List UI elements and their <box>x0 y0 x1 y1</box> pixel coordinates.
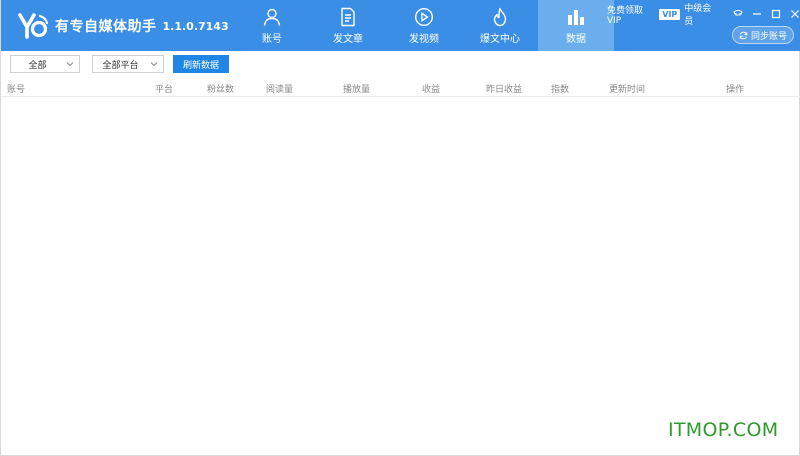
app-name: 有专自媒体助手 <box>55 19 157 35</box>
chevron-down-icon <box>150 62 158 67</box>
table-header: 账号 平台 粉丝数 阅读量 播放量 收益 昨日收益 指数 更新时间 操作 <box>1 79 800 97</box>
column-header-actions: 操作 <box>726 85 745 95</box>
app-window: 有专自媒体助手 1.1.0.7143 账号 发文章 发视频 爆文中心 数据 免费… <box>0 0 800 456</box>
member-level: 中级会员 <box>684 4 712 27</box>
account-filter-select[interactable]: 全部 <box>10 55 80 73</box>
nav-item-data[interactable]: 数据 <box>538 0 614 51</box>
skin-button[interactable] <box>731 7 744 21</box>
watermark: ITMOP.COM <box>668 419 779 441</box>
nav-label: 发视频 <box>409 33 439 45</box>
column-header-revenue[interactable]: 收益 <box>422 82 440 95</box>
column-header-updated-time[interactable]: 更新时间 <box>609 82 645 95</box>
close-button[interactable] <box>788 7 800 21</box>
minimize-button[interactable] <box>750 7 763 21</box>
app-version: 1.1.0.7143 <box>162 19 229 33</box>
chevron-down-icon <box>66 62 74 67</box>
nav-item-accounts[interactable]: 账号 <box>234 0 310 51</box>
refresh-icon <box>739 31 748 39</box>
flame-icon <box>493 7 507 26</box>
nav-label: 爆文中心 <box>480 33 520 45</box>
nav-label: 发文章 <box>333 33 363 45</box>
nav-item-viral-center[interactable]: 爆文中心 <box>462 0 538 51</box>
sync-label: 同步账号 <box>750 31 787 42</box>
column-header-index[interactable]: 指数 <box>551 82 569 95</box>
nav-item-publish-article[interactable]: 发文章 <box>310 0 386 51</box>
sync-accounts-button[interactable]: 同步账号 <box>732 26 794 44</box>
platform-filter-select[interactable]: 全部平台 <box>92 55 164 73</box>
refresh-data-button[interactable]: 刷新数据 <box>173 55 229 73</box>
close-icon <box>790 10 799 18</box>
column-header-reads[interactable]: 阅读量 <box>266 82 293 95</box>
maximize-button[interactable] <box>769 7 782 21</box>
top-right-bar: 免费领取VIP VIP 中级会员 <box>607 4 800 27</box>
title-bar: 有专自媒体助手 1.1.0.7143 账号 发文章 发视频 爆文中心 数据 免费… <box>1 0 800 51</box>
play-icon <box>414 7 434 26</box>
column-header-platform[interactable]: 平台 <box>155 82 173 95</box>
nav-label: 数据 <box>566 33 586 45</box>
column-header-yesterday-revenue[interactable]: 昨日收益 <box>486 82 522 95</box>
column-header-plays[interactable]: 播放量 <box>343 82 370 95</box>
column-header-followers[interactable]: 粉丝数 <box>207 82 234 95</box>
brand: 有专自媒体助手 1.1.0.7143 <box>17 10 229 42</box>
table-body <box>1 98 799 455</box>
nav-label: 账号 <box>262 33 282 45</box>
platform-filter-value: 全部平台 <box>102 60 139 71</box>
vip-badge: VIP <box>659 8 681 20</box>
column-header-account[interactable]: 账号 <box>7 82 25 95</box>
document-icon <box>341 7 355 26</box>
bar-chart-icon <box>568 9 584 25</box>
shirt-icon <box>733 10 743 16</box>
main-nav: 账号 发文章 发视频 爆文中心 数据 <box>234 0 614 51</box>
maximize-icon <box>771 9 780 19</box>
minimize-icon <box>752 13 761 15</box>
user-icon <box>263 8 281 26</box>
account-filter-value: 全部 <box>28 60 47 71</box>
free-vip-link[interactable]: 免费领取VIP <box>607 3 653 26</box>
app-logo-icon <box>18 13 49 39</box>
filter-toolbar: 全部 全部平台 刷新数据 <box>1 51 800 77</box>
nav-item-publish-video[interactable]: 发视频 <box>386 0 462 51</box>
